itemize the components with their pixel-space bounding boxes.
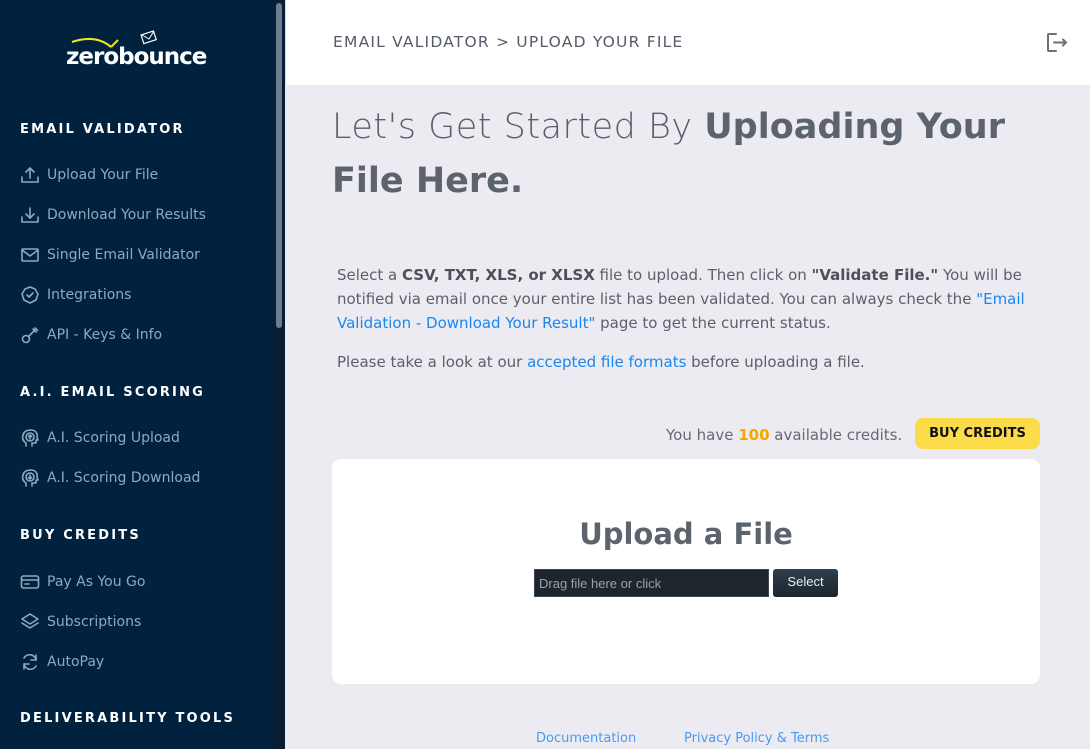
instructions-paragraph: Select a CSV, TXT, XLS, or XLSX file to … [337, 263, 1037, 335]
validate-file-text: "Validate File." [811, 266, 939, 284]
section-title-email-validator: EMAIL VALIDATOR [20, 122, 185, 137]
upload-icon [21, 167, 39, 183]
sidebar-item-download-your-results[interactable]: Download Your Results [20, 203, 206, 227]
page-title-light: Let's Get Started By [332, 107, 705, 147]
sidebar-item-single-email-validator[interactable]: Single Email Validator [20, 243, 200, 267]
accepted-file-formats-link[interactable]: accepted file formats [527, 353, 686, 371]
documentation-link[interactable]: Documentation [536, 731, 636, 746]
text: before uploading a file. [686, 353, 865, 371]
breadcrumb: EMAIL VALIDATOR > UPLOAD YOUR FILE [333, 33, 684, 51]
upload-title: Upload a File [579, 517, 793, 551]
zerobounce-logo[interactable]: zerobounce [66, 30, 211, 75]
sidebar-item-label: Subscriptions [47, 614, 142, 630]
sidebar-item-label: A.I. Scoring Upload [47, 430, 180, 446]
sidebar-item-label: Single Email Validator [47, 247, 200, 263]
page-title: Let's Get Started By Uploading Your File… [332, 100, 1032, 208]
file-formats-text: CSV, TXT, XLS, or XLSX [402, 266, 595, 284]
key-icon [21, 327, 39, 344]
sidebar-item-pay-as-you-go[interactable]: Pay As You Go [20, 570, 145, 594]
section-title-buy-credits: BUY CREDITS [20, 528, 141, 543]
top-bar: EMAIL VALIDATOR > UPLOAD YOUR FILE [285, 0, 1090, 85]
sidebar-item-subscriptions[interactable]: Subscriptions [20, 610, 141, 634]
logout-icon[interactable] [1043, 29, 1071, 57]
text: Select a [337, 266, 403, 284]
sidebar-item-autopay[interactable]: AutoPay [20, 650, 104, 674]
file-drop-input[interactable]: Drag file here or click [534, 569, 769, 597]
credits-suffix: available credits. [769, 426, 903, 444]
refresh-icon [23, 654, 37, 670]
buy-credits-button[interactable]: BUY CREDITS [915, 418, 1040, 449]
envelope-icon [21, 248, 39, 262]
privacy-policy-link[interactable]: Privacy Policy & Terms [684, 731, 829, 746]
logo-text: zerobounce [66, 44, 207, 70]
text: Please take a look at our [337, 353, 528, 371]
download-icon [21, 207, 39, 223]
credits-prefix: You have [666, 426, 739, 444]
text: page to get the current status. [595, 314, 831, 332]
sidebar-item-label: A.I. Scoring Download [47, 470, 201, 486]
credits-count: 100 [738, 426, 770, 444]
badge-check-icon [21, 286, 39, 304]
sidebar-item-ai-scoring-download[interactable]: A.I. Scoring Download [20, 466, 200, 490]
text: file to upload. Then click on [594, 266, 812, 284]
sidebar-item-label: Pay As You Go [47, 574, 146, 590]
layers-icon [21, 613, 39, 629]
credits-status: You have 100 available credits. [666, 426, 902, 444]
head-upload-icon [21, 429, 39, 447]
credit-card-icon [20, 575, 40, 589]
head-download-icon [21, 469, 39, 487]
sidebar-item-integrations[interactable]: Integrations [20, 283, 131, 307]
sidebar-item-label: Upload Your File [47, 167, 159, 183]
sidebar-item-label: AutoPay [47, 654, 105, 670]
sidebar-item-label: Download Your Results [47, 207, 206, 223]
sidebar-item-label: Integrations [47, 287, 132, 303]
upload-card: Upload a File Drag file here or click Se… [332, 459, 1040, 684]
select-file-button[interactable]: Select [773, 569, 838, 597]
section-title-deliverability-tools: DELIVERABILITY TOOLS [20, 711, 236, 726]
sidebar-item-upload-your-file[interactable]: Upload Your File [20, 163, 158, 187]
sidebar-item-api-keys[interactable]: API - Keys & Info [20, 323, 162, 347]
sidebar-scrollbar-thumb[interactable] [276, 3, 282, 328]
sidebar-item-ai-scoring-upload[interactable]: A.I. Scoring Upload [20, 426, 180, 450]
formats-paragraph: Please take a look at our accepted file … [337, 350, 1037, 374]
section-title-ai-email-scoring: A.I. EMAIL SCORING [20, 385, 206, 400]
sidebar: zerobounce EMAIL VALIDATOR Upload Your F… [0, 0, 285, 749]
sidebar-item-label: API - Keys & Info [47, 327, 163, 343]
